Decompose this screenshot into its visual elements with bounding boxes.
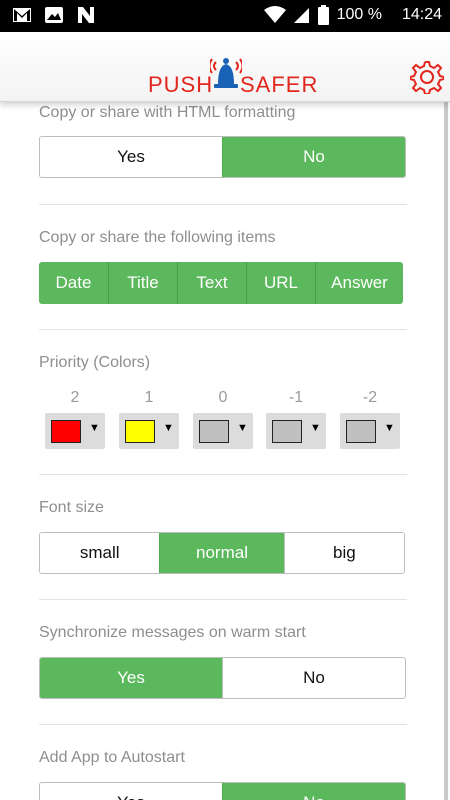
priority-number: -1 (288, 389, 304, 406)
divider (39, 599, 407, 600)
priority-color-select[interactable]: ▼ (45, 413, 105, 449)
gear-icon[interactable] (410, 60, 444, 94)
html-formatting-no[interactable]: No (222, 137, 405, 177)
autostart-no[interactable]: No (222, 783, 405, 800)
image-icon (45, 7, 63, 23)
bell-icon (210, 58, 242, 88)
share-item-text[interactable]: Text (177, 262, 246, 304)
logo-text-safer: SAFER (240, 72, 319, 97)
sync-yes[interactable]: Yes (40, 658, 222, 698)
priority-color-select[interactable]: ▼ (340, 413, 400, 449)
color-swatch (346, 420, 376, 443)
sync-toggle: Yes No (39, 657, 406, 699)
priority-number: 2 (70, 389, 80, 406)
dropdown-arrow-icon: ▼ (163, 422, 174, 434)
share-items-group: Date Title Text URL Answer (39, 262, 403, 304)
signal-icon (293, 8, 309, 23)
divider (39, 724, 407, 725)
dropdown-arrow-icon: ▼ (384, 422, 395, 434)
pushsafer-logo: PUSH SAFER (148, 52, 317, 97)
divider (39, 204, 407, 205)
divider (39, 474, 407, 475)
share-items-label: Copy or share the following items (39, 229, 276, 246)
sync-label: Synchronize messages on warm start (39, 624, 306, 641)
priority-number: 1 (144, 389, 154, 406)
color-swatch (199, 420, 229, 443)
settings-content: Copy or share with HTML formatting Yes N… (0, 102, 450, 800)
html-formatting-yes[interactable]: Yes (40, 137, 222, 177)
status-bar: 100 % 14:24 (0, 0, 450, 32)
n-icon (78, 7, 94, 23)
dropdown-arrow-icon: ▼ (89, 422, 100, 434)
priority-color-select[interactable]: ▼ (119, 413, 179, 449)
share-item-date[interactable]: Date (39, 262, 108, 304)
autostart-yes[interactable]: Yes (40, 783, 222, 800)
share-item-answer[interactable]: Answer (315, 262, 403, 304)
font-size-big[interactable]: big (283, 533, 404, 573)
autostart-label: Add App to Autostart (39, 749, 185, 766)
priority-color-select[interactable]: ▼ (193, 413, 253, 449)
logo-text-push: PUSH (148, 72, 214, 97)
divider (39, 329, 407, 330)
color-swatch (51, 420, 81, 443)
scrollbar[interactable] (444, 102, 448, 800)
clock: 14:24 (401, 6, 442, 23)
priority-number: 0 (218, 389, 228, 406)
font-size-normal[interactable]: normal (159, 533, 284, 573)
priority-number: -2 (362, 389, 378, 406)
priority-label: Priority (Colors) (39, 354, 151, 371)
font-size-small[interactable]: small (40, 533, 160, 573)
wifi-icon (263, 6, 286, 23)
share-item-url[interactable]: URL (246, 262, 315, 304)
autostart-toggle: Yes No (39, 782, 406, 800)
share-item-title[interactable]: Title (108, 262, 177, 304)
battery-level: 100 % (336, 6, 382, 23)
priority-color-select[interactable]: ▼ (266, 413, 326, 449)
status-icons-right: 100 % 14:24 (263, 5, 442, 25)
status-icons-left (12, 6, 96, 24)
html-formatting-toggle: Yes No (39, 136, 406, 178)
font-size-toggle: small normal big (39, 532, 405, 574)
dropdown-arrow-icon: ▼ (237, 422, 248, 434)
color-swatch (272, 420, 302, 443)
gmail-icon (13, 8, 31, 22)
sync-no[interactable]: No (222, 658, 405, 698)
dropdown-arrow-icon: ▼ (310, 422, 321, 434)
battery-icon (317, 5, 329, 25)
font-size-label: Font size (39, 499, 104, 516)
app-header: PUSH SAFER (0, 32, 450, 102)
color-swatch (125, 420, 155, 443)
html-formatting-label: Copy or share with HTML formatting (39, 104, 296, 121)
